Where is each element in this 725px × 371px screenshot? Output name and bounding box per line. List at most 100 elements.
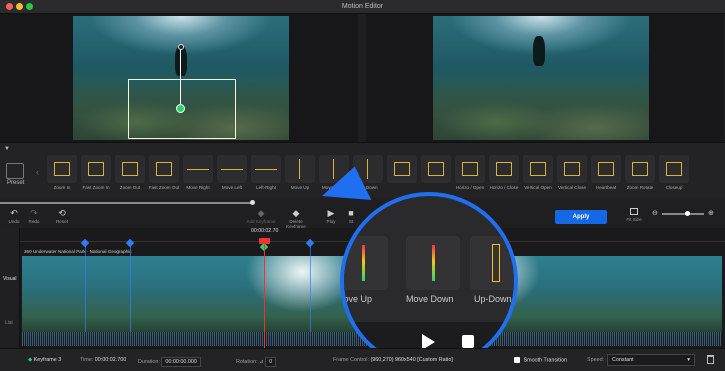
playhead-handle[interactable] <box>259 238 270 244</box>
preset-item[interactable] <box>421 155 451 193</box>
fit-size-label: Fit Size <box>626 217 642 222</box>
playhead-timecode: 00:00:02.70 <box>251 228 279 234</box>
visual-tab[interactable]: Visual <box>3 276 17 282</box>
motion-path-start-handle[interactable] <box>178 44 184 50</box>
preset-item[interactable]: Move Left <box>217 155 247 193</box>
preset-item[interactable]: Horizo / Close <box>489 155 519 193</box>
magnified-label: Move Down <box>406 294 454 304</box>
preset-item[interactable]: Move Up <box>285 155 315 193</box>
preset-item[interactable]: Fast Zoom In <box>81 155 111 193</box>
diver-figure <box>533 36 545 66</box>
preset-motion-icon <box>187 169 209 170</box>
preset-item-label: Zoom In <box>53 185 71 190</box>
preset-item[interactable]: Vertical Close <box>557 155 587 193</box>
preset-item[interactable]: Zoom Out <box>115 155 145 193</box>
fit-size-icon <box>630 208 638 215</box>
preset-item[interactable]: Zoom In <box>47 155 77 193</box>
preset-thumbnail <box>47 155 77 183</box>
chevron-down-icon: ▾ <box>687 357 690 363</box>
rotation-input[interactable]: 0 <box>265 357 277 367</box>
preset-item-label: Closeup <box>665 185 683 190</box>
rotation-icon: ⊿ <box>259 359 264 365</box>
keyframe-name-text: Keyframe 3 <box>33 357 62 363</box>
list-tab[interactable]: List <box>5 320 13 326</box>
timeline-sidebar: Visual List <box>0 228 20 348</box>
stop-icon <box>462 335 474 348</box>
preset-icon[interactable] <box>6 163 24 179</box>
frame-control-field: Frame Control: (960,270) 960x540 [Custom… <box>333 357 453 363</box>
collapse-icon[interactable]: ▼ <box>4 146 10 152</box>
preset-item[interactable]: Move Right <box>183 155 213 193</box>
smooth-transition-label: Smooth Transition <box>523 357 567 364</box>
frame-control-value[interactable]: (960,270) 960x540 [Custom Ratio] <box>370 357 452 363</box>
playhead-line[interactable] <box>264 242 265 348</box>
preset-item-label: Zoom Rotate <box>626 185 654 190</box>
preset-thumbnail <box>115 155 145 183</box>
preset-thumbnail <box>285 155 315 183</box>
preview-progress-track[interactable] <box>0 202 252 204</box>
speed-select[interactable]: Constant ▾ <box>607 354 695 366</box>
diver-figure <box>175 46 187 76</box>
preset-thumbnail <box>455 155 485 183</box>
preset-thumbnail <box>591 155 621 183</box>
preset-motion-icon <box>598 162 614 176</box>
preset-item-label: Left-Right <box>256 185 276 190</box>
preset-item-label: Move Up <box>290 185 310 190</box>
preset-motion-icon <box>632 162 648 176</box>
smooth-transition-field[interactable]: Smooth Transition <box>514 357 567 363</box>
duration-label: Duration: <box>138 359 160 365</box>
fit-size-button[interactable]: Fit Size <box>624 208 644 222</box>
preset-item[interactable] <box>387 155 417 193</box>
speed-value: Constant <box>612 357 634 363</box>
zoom-out-icon[interactable]: ⊖ <box>652 209 658 217</box>
magnified-label: Up-Down <box>474 294 512 304</box>
duration-field: Duration: 00:00:00.000 <box>138 357 201 367</box>
add-keyframe-label: Add Keyframe <box>246 219 276 224</box>
preset-item-label: Horizo / Open <box>455 185 485 190</box>
preset-item[interactable]: Left-Right <box>251 155 281 193</box>
rotation-label: Rotation: <box>236 359 258 365</box>
preset-item[interactable]: Zoom Rotate <box>625 155 655 193</box>
preset-motion-icon <box>564 162 580 176</box>
play-label: Play <box>326 219 336 224</box>
preset-motion-icon <box>54 162 70 176</box>
reset-button[interactable]: ⟲ Reset <box>51 208 73 224</box>
keyframe-line <box>85 246 86 332</box>
preset-item[interactable]: Heartbeat <box>591 155 621 193</box>
preset-item-label: Fast Zoom In <box>82 185 110 190</box>
undo-button[interactable]: ↶ Undo <box>3 208 25 224</box>
keyframe-center-handle[interactable] <box>176 104 185 113</box>
preset-motion-icon <box>88 162 104 176</box>
preset-item[interactable]: Horizo / Open <box>455 155 485 193</box>
preset-item[interactable]: Fast Zoom Out <box>149 155 179 193</box>
reset-label: Reset <box>55 219 68 224</box>
delete-keyframe-button[interactable]: ◆ Delete Keyframe <box>279 208 313 229</box>
title-bar: Motion Editor <box>0 0 725 14</box>
preset-thumbnail <box>149 155 179 183</box>
smooth-transition-checkbox[interactable] <box>514 357 520 363</box>
preset-item-label: Zoom Out <box>119 185 141 190</box>
preview-progress-handle[interactable] <box>250 200 255 205</box>
chevron-left-icon[interactable]: ‹ <box>36 167 39 177</box>
preset-motion-icon <box>156 162 172 176</box>
redo-button[interactable]: ↷ Redo <box>23 208 45 224</box>
preset-thumbnail <box>387 155 417 183</box>
delete-trash-icon[interactable] <box>707 355 714 364</box>
zoom-slider[interactable] <box>662 213 704 215</box>
preset-motion-icon <box>255 169 277 170</box>
redo-icon: ↷ <box>30 208 38 218</box>
preset-item[interactable]: Closeup <box>659 155 689 193</box>
zoom-in-icon[interactable]: ⊕ <box>708 209 714 217</box>
add-keyframe-button[interactable]: ◆ Add Keyframe <box>246 208 276 224</box>
preset-item[interactable]: Vertical Open <box>523 155 553 193</box>
apply-button[interactable]: Apply <box>555 210 607 224</box>
magnifier-callout: Move Up Move Down Up-Down <box>340 192 518 370</box>
preset-motion-icon <box>530 162 546 176</box>
preset-motion-icon <box>221 169 243 170</box>
duration-input[interactable]: 00:00:00.000 <box>161 357 201 367</box>
delete-keyframe-icon: ◆ <box>292 208 300 218</box>
preset-motion-icon <box>333 159 334 179</box>
zoom-slider-handle[interactable] <box>685 211 690 216</box>
preset-item-label: Vertical Open <box>524 185 552 190</box>
time-value[interactable]: 00:00:02.700 <box>95 357 126 363</box>
